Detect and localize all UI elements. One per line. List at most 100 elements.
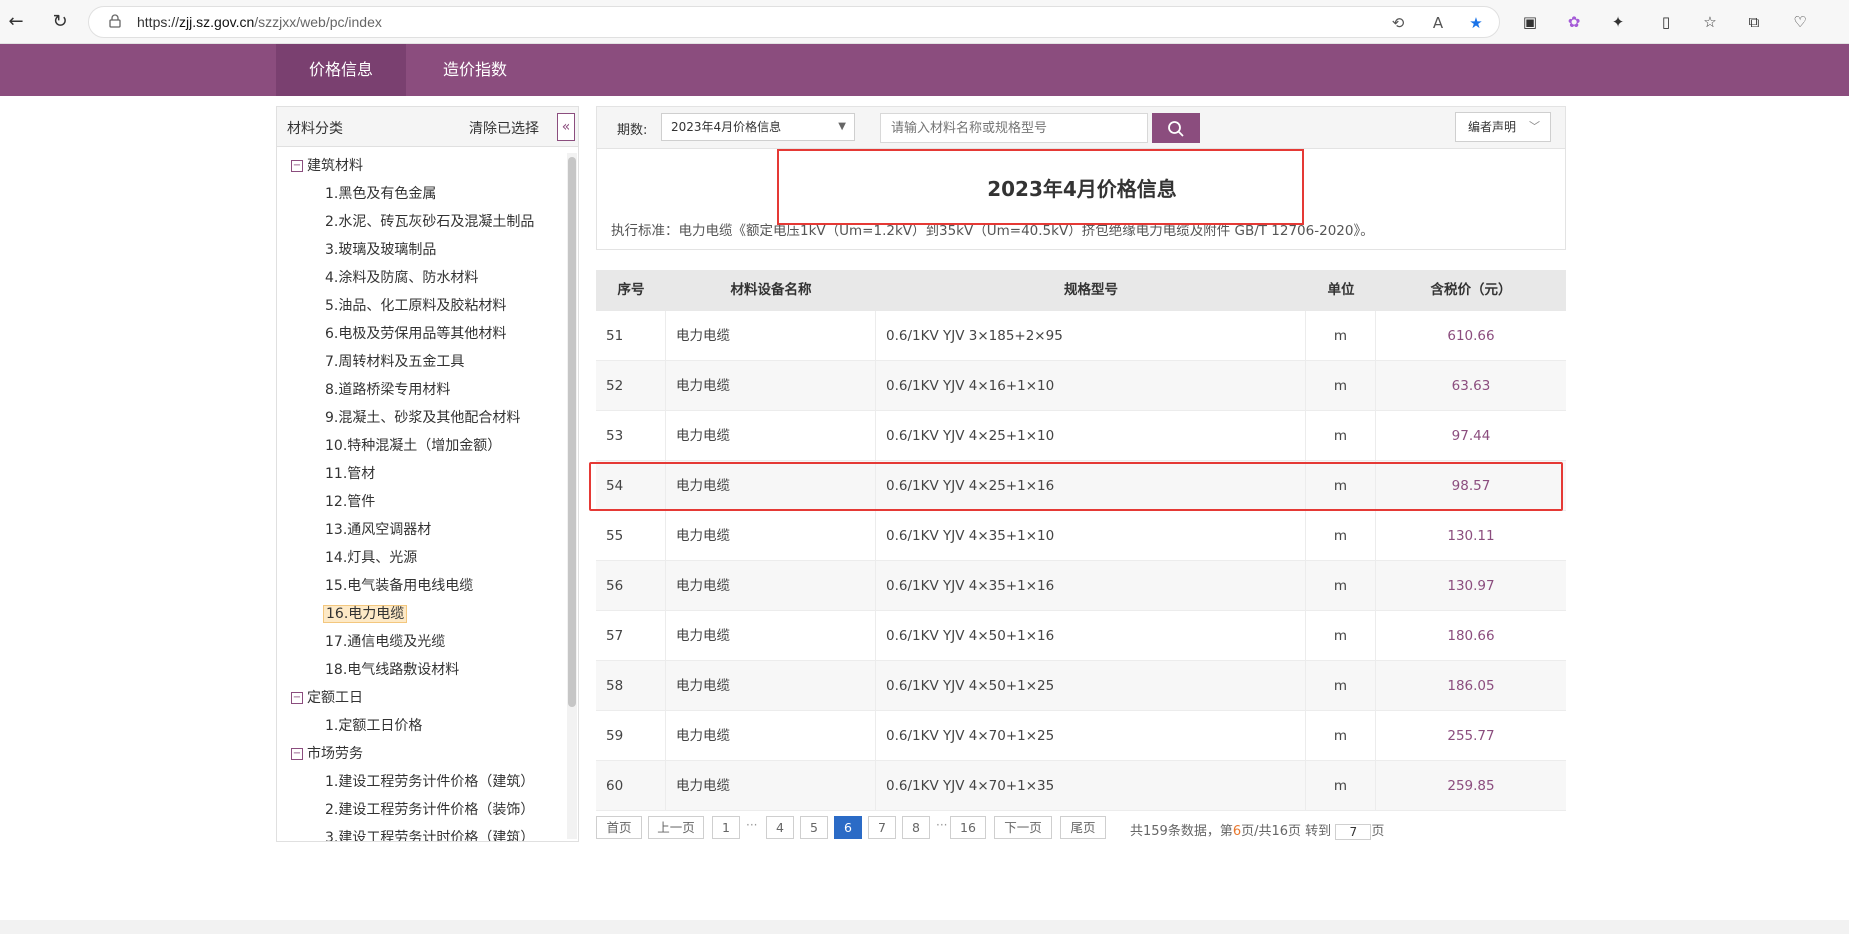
table-row: 55 电力电缆 0.6/1KV YJV 4×35+1×10 m 130.11 <box>596 511 1566 561</box>
page-button-active[interactable]: 6 <box>834 816 862 839</box>
page-button[interactable]: 1 <box>712 816 740 839</box>
collapse-toggle-icon[interactable]: − <box>291 692 303 704</box>
refresh-icon[interactable]: ↻ <box>48 10 72 34</box>
tree-item[interactable]: 13.通风空调器材 <box>325 519 431 539</box>
tree-item[interactable]: 4.涂料及防腐、防水材料 <box>325 267 478 287</box>
cell-name: 电力电缆 <box>666 711 876 761</box>
last-page-button[interactable]: 尾页 <box>1060 816 1106 839</box>
split-screen-icon[interactable]: ▯ <box>1656 12 1676 32</box>
tree-item[interactable]: 6.电极及劳保用品等其他材料 <box>325 323 506 343</box>
cell-price: 186.05 <box>1447 678 1495 694</box>
table-row: 59 电力电缆 0.6/1KV YJV 4×70+1×25 m 255.77 <box>596 711 1566 761</box>
cell-spec: 0.6/1KV YJV 4×25+1×16 <box>876 461 1306 511</box>
cell-name: 电力电缆 <box>666 311 876 361</box>
site-header: 价格信息 造价指数 <box>0 44 1849 96</box>
page-title: 2023年4月价格信息 <box>987 177 1177 201</box>
pagination: 首页 上一页 1 ··· 4 5 6 7 8 ··· 16 下一页 尾页 共15… <box>596 816 1596 840</box>
collapse-toggle-icon[interactable]: − <box>291 748 303 760</box>
search-button[interactable] <box>1152 113 1200 143</box>
header-name: 材料设备名称 <box>730 282 812 298</box>
cell-price: 255.77 <box>1447 728 1495 744</box>
cell-name: 电力电缆 <box>666 611 876 661</box>
extensions-puzzle-icon[interactable]: ✦ <box>1608 12 1628 32</box>
editor-note-dropdown[interactable]: 编者声明 ﹀ <box>1455 112 1551 142</box>
jump-page-input[interactable]: 7 <box>1335 823 1372 840</box>
tree-item[interactable]: 3.玻璃及玻璃制品 <box>325 239 436 259</box>
tree-item[interactable]: 2.水泥、砖瓦灰砂石及混凝土制品 <box>325 211 534 231</box>
browser-toolbar: ← ↻ https://zjj.sz.gov.cn/szzjxx/web/pc/… <box>0 0 1849 44</box>
tree-item[interactable]: 8.道路桥梁专用材料 <box>325 379 450 399</box>
period-select[interactable]: 2023年4月价格信息 ▼ <box>661 113 855 141</box>
tree-item[interactable]: 5.油品、化工原料及胶粘材料 <box>325 295 506 315</box>
tree-item[interactable]: 3.建设工程劳务计时价格（建筑） <box>325 827 534 841</box>
page-button[interactable]: 4 <box>766 816 794 839</box>
tree-item-selected[interactable]: 16.电力电缆 <box>323 603 408 623</box>
collapse-sidebar-button[interactable]: « <box>557 113 575 141</box>
cell-price: 97.44 <box>1451 428 1491 444</box>
footer-strip <box>0 920 1849 934</box>
cell-no: 54 <box>596 461 666 511</box>
favorite-star-icon[interactable]: ★ <box>1467 14 1485 32</box>
tree-group-market-labor[interactable]: − 市场劳务 <box>291 743 363 763</box>
cell-price: 98.57 <box>1451 478 1491 494</box>
cell-no: 51 <box>596 311 666 361</box>
collapse-toggle-icon[interactable]: − <box>291 160 303 172</box>
tree-item[interactable]: 17.通信电缆及光缆 <box>325 631 445 651</box>
table-row: 53 电力电缆 0.6/1KV YJV 4×25+1×10 m 97.44 <box>596 411 1566 461</box>
tree-item[interactable]: 11.管材 <box>325 463 375 483</box>
tree-group-building-materials[interactable]: − 建筑材料 <box>291 155 363 175</box>
back-icon[interactable]: ← <box>4 10 28 34</box>
cell-price: 63.63 <box>1451 378 1491 394</box>
page-button[interactable]: 5 <box>800 816 828 839</box>
tree-item[interactable]: 15.电气装备用电线电缆 <box>325 575 473 595</box>
browser-essentials-icon[interactable]: ♡ <box>1790 12 1810 32</box>
tab-price-info[interactable]: 价格信息 <box>276 44 406 96</box>
sidebar-scrollbar[interactable] <box>567 153 577 839</box>
pager-info-suffix: 页/共16页 转到 <box>1241 824 1332 839</box>
cell-name: 电力电缆 <box>666 661 876 711</box>
search-input[interactable] <box>880 113 1148 143</box>
tree-item[interactable]: 1.建设工程劳务计件价格（建筑） <box>325 771 534 791</box>
favorites-list-icon[interactable]: ☆ <box>1700 12 1720 32</box>
cell-price: 180.66 <box>1447 628 1495 644</box>
tree-group-labor-quota[interactable]: − 定额工日 <box>291 687 363 707</box>
address-bar[interactable]: https://zjj.sz.gov.cn/szzjxx/web/pc/inde… <box>88 6 1500 38</box>
cell-unit: m <box>1306 361 1376 411</box>
tree-item[interactable]: 1.定额工日价格 <box>325 715 422 735</box>
cell-name: 电力电缆 <box>666 761 876 811</box>
tree-item[interactable]: 18.电气线路敷设材料 <box>325 659 459 679</box>
table-row: 52 电力电缆 0.6/1KV YJV 4×16+1×10 m 63.63 <box>596 361 1566 411</box>
cell-name: 电力电缆 <box>666 411 876 461</box>
page-button[interactable]: 8 <box>902 816 930 839</box>
read-aloud-icon[interactable]: A <box>1429 14 1447 32</box>
sidebar-title: 材料分类 <box>287 121 343 137</box>
collections-icon[interactable]: ⧉ <box>1744 12 1764 32</box>
pager-current-page: 6 <box>1232 824 1242 839</box>
tree-item[interactable]: 1.黑色及有色金属 <box>325 183 436 203</box>
tree-item[interactable]: 9.混凝土、砂浆及其他配合材料 <box>325 407 520 427</box>
app-available-icon[interactable]: ⟲ <box>1389 14 1407 32</box>
tab-cost-index[interactable]: 造价指数 <box>420 44 530 96</box>
prev-page-button[interactable]: 上一页 <box>648 816 704 839</box>
period-label: 期数: <box>617 123 648 138</box>
extension-icon[interactable]: ▣ <box>1520 12 1540 32</box>
page-button[interactable]: 16 <box>950 816 986 839</box>
page-button[interactable]: 7 <box>868 816 896 839</box>
cell-unit: m <box>1306 411 1376 461</box>
tree-item[interactable]: 7.周转材料及五金工具 <box>325 351 464 371</box>
next-page-button[interactable]: 下一页 <box>994 816 1052 839</box>
tree-item[interactable]: 12.管件 <box>325 491 375 511</box>
first-page-button[interactable]: 首页 <box>596 816 642 839</box>
cell-name: 电力电缆 <box>666 461 876 511</box>
tree-item[interactable]: 14.灯具、光源 <box>325 547 417 567</box>
cell-unit: m <box>1306 611 1376 661</box>
tree-item[interactable]: 2.建设工程劳务计件价格（装饰） <box>325 799 534 819</box>
clear-selection-link[interactable]: 清除已选择 <box>469 118 539 138</box>
price-info-panel: 2023年4月价格信息 执行标准：电力电缆《额定电压1kV（Um=1.2kV）到… <box>596 148 1566 250</box>
copilot-icon[interactable]: ✿ <box>1564 12 1584 32</box>
url-path: /szzjxx/web/pc/index <box>254 14 382 30</box>
tree-item[interactable]: 10.特种混凝土（增加金额） <box>325 435 501 455</box>
cell-spec: 0.6/1KV YJV 3×185+2×95 <box>876 311 1306 361</box>
scrollbar-thumb[interactable] <box>568 157 576 707</box>
cell-no: 52 <box>596 361 666 411</box>
